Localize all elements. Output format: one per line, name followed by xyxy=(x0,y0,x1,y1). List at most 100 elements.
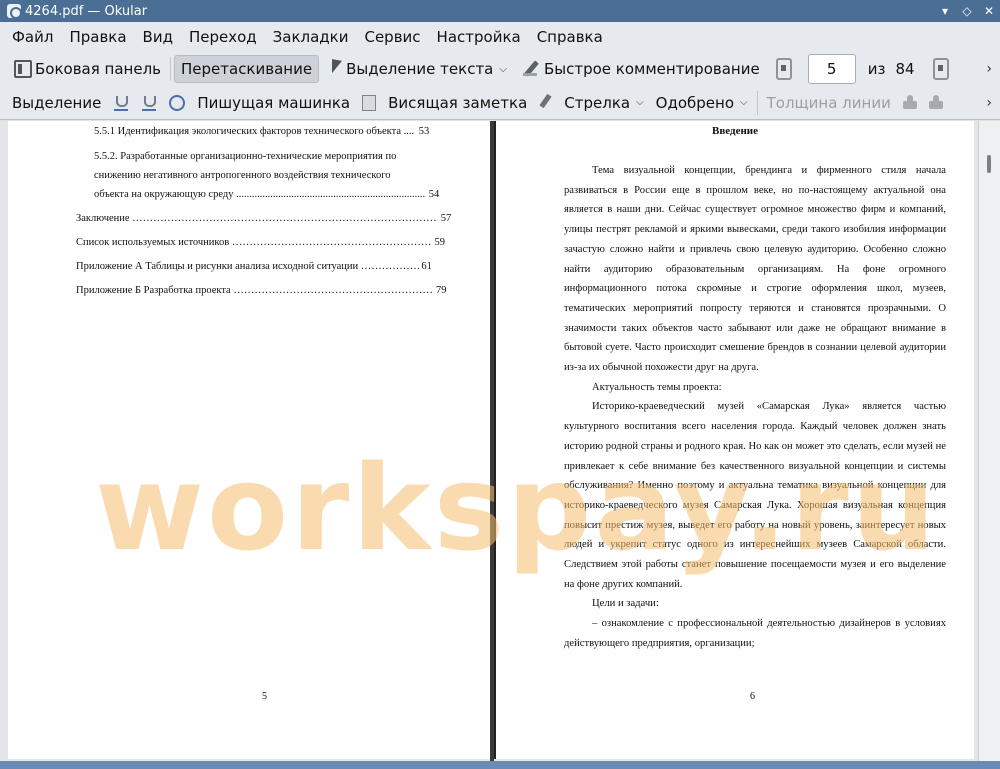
strikeout-circle-icon[interactable] xyxy=(169,94,186,111)
toc-entry-page: 79 xyxy=(435,285,447,296)
cursor-icon xyxy=(331,60,343,78)
scrollbar-thumb[interactable] xyxy=(987,155,991,173)
window-title: 4264.pdf — Okular xyxy=(25,3,148,19)
chevron-down-icon[interactable]: ⌵ xyxy=(636,97,644,108)
stamp-tool-button[interactable]: Одобрено ⌵ xyxy=(650,89,754,117)
annotation-toolbar: Выделение Пишущая машинка Висящая заметк… xyxy=(0,86,1000,120)
pdf-page-5: 5.5.1 Идентификация экологических фактор… xyxy=(8,121,490,759)
title-bar: 4264.pdf — Okular ▾ ◇ ✕ xyxy=(0,0,1000,22)
page-total-label: 84 xyxy=(895,60,915,78)
toc-entry: снижению негативного антропогенного возд… xyxy=(94,167,391,184)
section-heading: Введение xyxy=(711,125,759,137)
toc-entry-text: Приложение Б Разработка проекта xyxy=(76,285,231,296)
menu-edit[interactable]: Правка xyxy=(61,24,134,50)
sidebar-icon xyxy=(14,60,32,78)
menu-bookmarks[interactable]: Закладки xyxy=(265,24,357,50)
typewriter-label: Пишущая машинка xyxy=(197,93,351,112)
close-button[interactable]: ✕ xyxy=(978,0,1000,22)
highlight-tool-button[interactable]: Выделение xyxy=(6,89,107,117)
text-selection-label: Выделение текста xyxy=(346,60,494,78)
paragraph: Тема визуальной концепции, брендинга и ф… xyxy=(564,165,946,374)
arrow-tool-button[interactable]: Стрелка ⌵ xyxy=(558,89,649,117)
toc-entry-text: снижению негативного антропогенного возд… xyxy=(94,170,391,181)
toc-leader-dots: ………………………… xyxy=(360,261,419,272)
toc-leader-dots: ………………………………………………………………………………… xyxy=(132,213,439,224)
toc-entry: Приложение Б Разработка проекта ……………………… xyxy=(76,282,446,299)
menu-view[interactable]: Вид xyxy=(135,24,181,50)
stamp-label: Одобрено xyxy=(655,93,735,112)
toc-entry: объекта на окружающую среду ............… xyxy=(94,186,439,203)
browse-tool-button[interactable]: Перетаскивание xyxy=(174,55,320,83)
menu-go[interactable]: Переход xyxy=(181,24,265,50)
next-page-icon[interactable] xyxy=(932,58,949,80)
typewriter-tool-button[interactable]: Пишущая машинка xyxy=(191,89,356,117)
okular-app-icon xyxy=(7,4,22,19)
toc-entry: Список используемых источников ………………………… xyxy=(76,234,445,251)
bottom-edge-bar xyxy=(0,761,1000,769)
main-toolbar: Боковая панель Перетаскивание Выделение … xyxy=(0,52,1000,86)
sidebar-toggle-button[interactable]: Боковая панель xyxy=(8,55,167,83)
toc-entry: 5.5.2. Разработанные организационно-техн… xyxy=(94,148,396,165)
toc-entry-text: объекта на окружающую среду xyxy=(94,189,234,200)
vertical-scrollbar[interactable] xyxy=(978,121,1000,769)
toc-leader-dots: ………………………………………………………………… xyxy=(233,285,433,296)
previous-page-icon[interactable] xyxy=(775,58,792,80)
toc-entry-text: Приложение А Таблицы и рисунки анализа и… xyxy=(76,261,359,272)
chevron-down-icon[interactable]: ⌵ xyxy=(499,64,507,75)
toc-entry-page: 59 xyxy=(434,237,445,248)
paragraph: – ознакомление с профессиональной деятел… xyxy=(564,618,946,649)
document-viewer[interactable]: 5.5.1 Идентификация экологических фактор… xyxy=(0,121,1000,769)
toc-entry-page: 61 xyxy=(421,261,432,272)
toc-entry-text: 5.5.1 Идентификация экологических фактор… xyxy=(94,126,415,137)
page-number: 5 xyxy=(262,691,267,702)
toolbar-separator xyxy=(756,90,758,115)
toc-entry-page: 53 xyxy=(418,126,430,137)
underline-icon[interactable] xyxy=(114,95,129,111)
line-width-label: Толщина линии xyxy=(766,93,891,112)
menu-help[interactable]: Справка xyxy=(529,24,611,50)
freehand-brush-icon[interactable] xyxy=(537,94,555,112)
quick-annotation-button[interactable]: Быстрое комментирование xyxy=(517,55,766,83)
maximize-button[interactable]: ◇ xyxy=(956,0,978,22)
menu-bar: Файл Правка Вид Переход Закладки Сервис … xyxy=(0,22,1000,52)
toc-leader-dots: ………………………………………………………………… xyxy=(231,237,432,248)
color-bucket-icon[interactable] xyxy=(927,94,945,111)
minimize-button[interactable]: ▾ xyxy=(934,0,956,22)
page-body: Тема визуальной концепции, брендинга и ф… xyxy=(564,161,946,654)
toc-entry: Приложение А Таблицы и рисунки анализа и… xyxy=(76,258,432,275)
pen-icon xyxy=(522,60,541,78)
toolbar-overflow-icon[interactable]: › xyxy=(978,95,1000,111)
popup-note-tool-button[interactable]: Висящая заметка xyxy=(382,89,533,117)
page-number: 6 xyxy=(750,691,755,702)
stamp-icon[interactable] xyxy=(901,94,919,111)
toc-entry-text: Список используемых источников xyxy=(76,237,230,248)
menu-settings[interactable]: Настройка xyxy=(429,24,529,50)
sidebar-label: Боковая панель xyxy=(35,60,161,78)
toc-entry-text: Заключение xyxy=(76,213,130,224)
menu-tools[interactable]: Сервис xyxy=(356,24,428,50)
popup-note-label: Висящая заметка xyxy=(388,93,528,112)
squiggle-underline-icon[interactable] xyxy=(142,95,157,111)
menu-file[interactable]: Файл xyxy=(4,24,61,50)
browse-tool-label: Перетаскивание xyxy=(181,60,313,78)
toc-entry-page: 54 xyxy=(428,189,440,200)
toc-entry-page: 57 xyxy=(440,213,452,224)
toolbar-separator xyxy=(170,57,171,81)
note-icon[interactable] xyxy=(362,94,377,111)
paragraph: Историко-краеведческий музей «Самарская … xyxy=(564,401,946,590)
toc-entry: Заключение ……………………………………………………………………………… xyxy=(76,210,451,227)
page-number-input[interactable]: 5 xyxy=(807,54,856,84)
toc-entry-text: 5.5.2. Разработанные организационно-техн… xyxy=(94,151,397,162)
toc-entry: 5.5.1 Идентификация экологических фактор… xyxy=(94,123,429,140)
chevron-down-icon[interactable]: ⌵ xyxy=(740,97,748,108)
pdf-page-6: Введение Тема визуальной концепции, брен… xyxy=(494,121,974,759)
quick-annotation-label: Быстрое комментирование xyxy=(543,60,760,78)
text-selection-tool-button[interactable]: Выделение текста ⌵ xyxy=(325,55,513,83)
paragraph: Цели и задачи: xyxy=(592,598,659,610)
toc-leader-dots: ........................................… xyxy=(236,189,426,200)
page-of-label: из xyxy=(867,60,886,78)
paragraph: Актуальность темы проекта: xyxy=(592,381,722,393)
line-width-control[interactable]: Толщина линии xyxy=(761,89,897,117)
toolbar-overflow-icon[interactable]: › xyxy=(978,61,1000,77)
highlight-label: Выделение xyxy=(12,93,102,112)
